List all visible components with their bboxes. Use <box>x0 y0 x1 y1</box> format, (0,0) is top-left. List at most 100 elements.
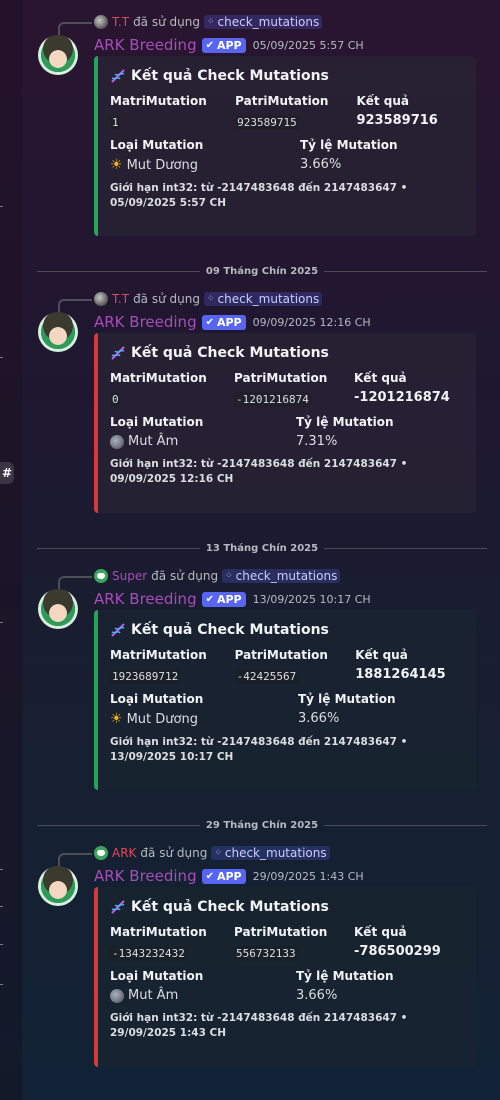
reply-username[interactable]: T.T <box>112 292 129 306</box>
embed-card: Kết quả Check Mutations MatriMutation 0 P… <box>94 333 476 513</box>
bot-username[interactable]: ARK Breeding <box>94 36 197 54</box>
app-badge: ✔ APP <box>201 868 246 884</box>
field-label: Loại Mutation <box>110 415 204 429</box>
field-label: Tỷ lệ Mutation <box>296 969 394 983</box>
timestamp[interactable]: 05/09/2025 5:57 CH <box>253 39 364 52</box>
app-label: APP <box>216 38 242 52</box>
mutation-type: Mut Dương <box>126 157 198 173</box>
channel-hash-icon[interactable]: # <box>0 462 14 484</box>
fields-row: Loại Mutation ☀ Mut Dương Tỷ lệ Mutation 3.… <box>110 692 464 727</box>
field-label: MatriMutation <box>110 648 207 662</box>
field-label: Tỷ lệ Mutation <box>300 138 398 152</box>
bot-avatar[interactable] <box>38 312 78 352</box>
embed-title-text: Kết quả Check Mutations <box>131 68 329 84</box>
used-text: đã sử dụng <box>151 569 219 583</box>
reply-username[interactable]: T.T <box>112 15 129 29</box>
slash-command-icon: ⁘ <box>225 571 233 581</box>
discord-default-avatar-icon[interactable] <box>94 846 108 860</box>
embed-card: Kết quả Check Mutations MatriMutation 192… <box>94 610 476 790</box>
patri-value: 556732133 <box>234 946 298 961</box>
verified-check-icon: ✔ <box>205 39 214 51</box>
command-mention[interactable]: ⁘ check_mutations <box>222 569 341 583</box>
mutation-type: Mut Âm <box>128 434 179 449</box>
mutation-rate: 3.66% <box>296 988 338 1003</box>
mutation-type: Mut Dương <box>126 711 198 727</box>
bot-username[interactable]: ARK Breeding <box>94 590 197 608</box>
date-divider-label: 13 Tháng Chín 2025 <box>205 542 319 554</box>
field-label: Tỷ lệ Mutation <box>296 415 394 429</box>
timestamp[interactable]: 13/09/2025 10:17 CH <box>253 593 371 606</box>
reply-username[interactable]: ARK <box>112 846 136 860</box>
bot-avatar[interactable] <box>38 589 78 629</box>
bot-avatar[interactable] <box>38 35 78 75</box>
used-text: đã sử dụng <box>133 292 200 306</box>
sidebar-tick <box>0 984 3 985</box>
mutation-rate: 7.31% <box>296 434 338 449</box>
patri-value: -42425567 <box>234 669 299 684</box>
slash-command-icon: ⁘ <box>214 848 222 858</box>
fields-row: MatriMutation 1 PatriMutation 923589715 Kế… <box>110 94 464 130</box>
fields-row: Loại Mutation Mut Âm Tỷ lệ Mutation 7.31% <box>110 415 464 449</box>
command-name: check_mutations <box>217 15 320 29</box>
field-label: MatriMutation <box>110 94 207 108</box>
app-label: APP <box>216 869 242 883</box>
message-header: ARK Breeding ✔ APP 29/09/2025 1:43 CH <box>94 866 364 886</box>
embed-title: Kết quả Check Mutations <box>110 897 464 917</box>
command-mention[interactable]: ⁘ check_mutations <box>203 15 323 29</box>
app-label: APP <box>216 315 242 329</box>
command-name: check_mutations <box>235 569 338 583</box>
sidebar-tick <box>0 206 3 207</box>
date-divider-label: 29 Tháng Chín 2025 <box>205 819 319 831</box>
moon-icon <box>110 988 124 1003</box>
result-value: 923589716 <box>356 113 438 128</box>
field-label: Kết quả <box>355 648 408 662</box>
reply-avatar[interactable] <box>94 292 108 306</box>
app-badge: ✔ APP <box>201 37 246 53</box>
bot-username[interactable]: ARK Breeding <box>94 867 197 885</box>
mutation-type: Mut Âm <box>128 988 179 1003</box>
command-name: check_mutations <box>217 292 320 306</box>
bot-avatar[interactable] <box>38 866 78 906</box>
timestamp[interactable]: 29/09/2025 1:43 CH <box>253 870 364 883</box>
field-label: Loại Mutation <box>110 138 204 152</box>
patri-value: -1201216874 <box>234 392 311 407</box>
embed-footer: Giới hạn int32: từ -2147483648 đến 21474… <box>110 1012 408 1039</box>
embed-title-text: Kết quả Check Mutations <box>131 899 329 915</box>
sidebar-tick <box>0 869 3 870</box>
field-label: Loại Mutation <box>110 969 204 983</box>
matri-value: 0 <box>110 392 121 407</box>
reply-context[interactable]: ARK đã sử dụng ⁘ check_mutations <box>94 845 330 861</box>
embed-card: Kết quả Check Mutations MatriMutation -13… <box>94 887 476 1067</box>
command-mention[interactable]: ⁘ check_mutations <box>211 846 330 860</box>
bot-username[interactable]: ARK Breeding <box>94 313 197 331</box>
matri-value: -1343232432 <box>110 946 187 961</box>
embed-title-text: Kết quả Check Mutations <box>131 622 329 638</box>
dna-icon <box>111 69 125 83</box>
dna-icon <box>111 623 125 637</box>
reply-context[interactable]: T.T đã sử dụng ⁘ check_mutations <box>94 14 323 30</box>
reply-context[interactable]: Super đã sử dụng ⁘ check_mutations <box>94 568 341 584</box>
app-label: APP <box>216 592 242 606</box>
sidebar-tick <box>0 357 3 358</box>
command-mention[interactable]: ⁘ check_mutations <box>203 292 323 306</box>
field-label: Kết quả <box>356 94 410 108</box>
reply-context[interactable]: T.T đã sử dụng ⁘ check_mutations <box>94 291 323 307</box>
used-text: đã sử dụng <box>140 846 208 860</box>
discord-default-avatar-icon[interactable] <box>94 569 108 583</box>
field-label: PatriMutation <box>234 925 328 939</box>
command-name: check_mutations <box>224 846 327 860</box>
timestamp[interactable]: 09/09/2025 12:16 CH <box>253 316 371 329</box>
field-label: MatriMutation <box>110 371 207 385</box>
embed-title: Kết quả Check Mutations <box>110 620 464 640</box>
fields-row: Loại Mutation ☀ Mut Dương Tỷ lệ Mutation 3.… <box>110 138 464 173</box>
message-header: ARK Breeding ✔ APP 05/09/2025 5:57 CH <box>94 35 364 55</box>
embed-title-text: Kết quả Check Mutations <box>131 345 329 361</box>
dna-icon <box>111 346 125 360</box>
fields-row: MatriMutation 1923689712 PatriMutation -42… <box>110 648 464 684</box>
reply-username[interactable]: Super <box>112 569 147 583</box>
slash-command-icon: ⁘ <box>206 294 215 304</box>
result-value: -786500299 <box>354 944 441 959</box>
sun-icon: ☀ <box>110 711 123 727</box>
embed-footer: Giới hạn int32: từ -2147483648 đến 21474… <box>110 458 408 485</box>
reply-avatar[interactable] <box>94 15 108 29</box>
